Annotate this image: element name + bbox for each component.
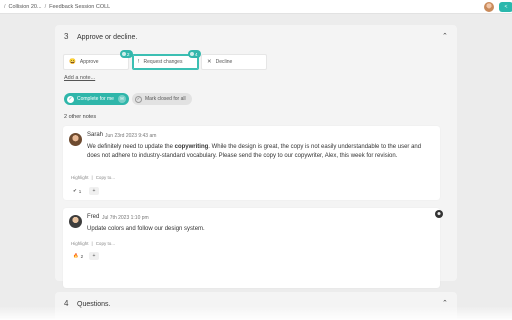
check-icon: ✓	[67, 95, 74, 103]
highlight-link[interactable]: Highlight	[71, 175, 89, 180]
user-avatar[interactable]	[484, 2, 494, 12]
option-label: Request changes	[143, 59, 183, 65]
note-actions: Highlight | Copy to...	[71, 241, 115, 246]
close-icon: ✕	[207, 59, 212, 65]
note-author: Sarah	[87, 132, 104, 138]
reaction-fire[interactable]: 🔥 2	[70, 252, 86, 260]
section-title: Questions.	[77, 301, 111, 308]
reaction-picker-icon[interactable]: ☻	[435, 210, 443, 218]
option-decline[interactable]: ✕ Decline	[201, 54, 267, 70]
chevron-up-icon[interactable]: ⌃	[442, 299, 448, 307]
voter-avatar-icon	[122, 52, 126, 56]
option-label: Decline	[215, 59, 233, 65]
section-title: Approve or decline.	[77, 34, 138, 41]
add-reaction-button[interactable]: +	[89, 187, 99, 195]
breadcrumb-item-session[interactable]: Feedback Session COLL	[49, 4, 110, 10]
breadcrumb: / Collision 20... / Feedback Session COL…	[0, 0, 512, 14]
breadcrumb-separator: /	[44, 3, 47, 10]
smile-icon: 😀	[69, 59, 76, 65]
mail-icon: ✉	[118, 95, 126, 103]
notes-count: 2 other notes	[64, 114, 97, 120]
section-number: 4	[64, 299, 69, 308]
share-icon: <	[504, 4, 508, 10]
section-questions: 4 Questions. ⌃	[55, 292, 457, 320]
vote-count-badge: 2	[120, 50, 133, 58]
note-actions: Highlight | Copy to...	[71, 175, 115, 180]
add-note-link[interactable]: Add a note...	[64, 75, 95, 81]
breadcrumb-separator: /	[4, 3, 6, 10]
check-circle-icon: ✓	[135, 95, 142, 103]
avatar	[69, 133, 82, 146]
voter-avatar-icon	[190, 52, 194, 56]
complete-for-me-button[interactable]: ✓ Complete for me ✉	[64, 93, 129, 105]
note-date: Jun 23rd 2023 9:43 am	[105, 133, 157, 139]
section-number: 3	[64, 32, 69, 41]
note-card: Fred Jul 7th 2023 1:10 pm Update colors …	[63, 208, 443, 288]
section-approve-decline: 3 Approve or decline. ⌃ 😀 Approve ! Requ…	[55, 25, 457, 288]
note-text: Update colors and follow our design syst…	[87, 226, 205, 232]
vote-count-badge: 4	[188, 50, 201, 58]
note-date: Jul 7th 2023 1:10 pm	[102, 215, 149, 221]
option-label: Approve	[79, 59, 99, 65]
chevron-up-icon[interactable]: ⌃	[442, 32, 448, 40]
mark-closed-button[interactable]: ✓ Mark closed for all	[132, 93, 192, 105]
breadcrumb-item-project[interactable]: Collision 20...	[9, 4, 42, 10]
note-text: We definitely need to update the copywri…	[87, 144, 422, 159]
add-reaction-button[interactable]: +	[89, 252, 99, 260]
option-approve[interactable]: 😀 Approve	[63, 54, 129, 70]
note-card: Sarah Jun 23rd 2023 9:43 am We definitel…	[63, 126, 440, 200]
checkmark-icon: ✔	[73, 188, 77, 193]
exclamation-icon: !	[138, 59, 140, 65]
share-button[interactable]: <	[499, 2, 512, 12]
note-author: Fred	[87, 214, 100, 220]
copy-to-link[interactable]: Copy to...	[96, 175, 115, 180]
copy-to-link[interactable]: Copy to...	[96, 241, 115, 246]
highlight-link[interactable]: Highlight	[71, 241, 89, 246]
reaction-check[interactable]: ✔ 1	[70, 187, 84, 195]
fire-icon: 🔥	[73, 253, 79, 258]
avatar	[69, 215, 82, 228]
